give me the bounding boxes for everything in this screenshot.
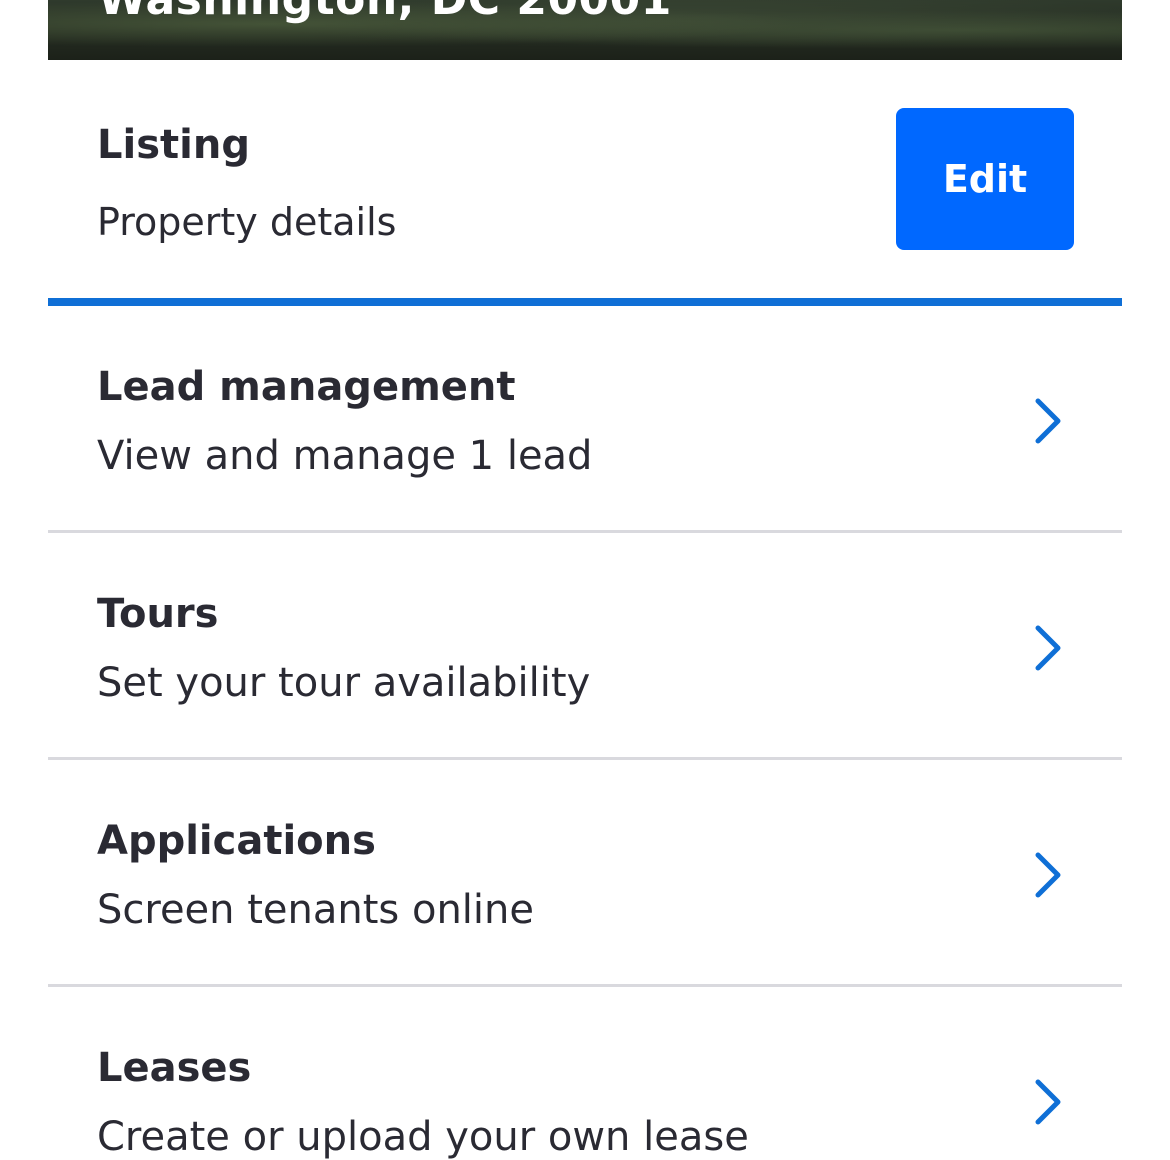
section-accent-divider: [48, 298, 1122, 306]
menu-item-lead-management[interactable]: Lead management View and manage 1 lead: [48, 309, 1122, 533]
divider: [48, 984, 1122, 987]
menu-item-subtitle: Screen tenants online: [97, 887, 534, 933]
divider: [48, 530, 1122, 533]
edit-listing-button[interactable]: Edit: [896, 108, 1074, 250]
chevron-right-icon: [1035, 625, 1061, 671]
property-address: Washington, DC 20001: [98, 0, 672, 25]
listing-section: Listing Property details Edit: [48, 60, 1122, 298]
listing-subtitle: Property details: [97, 200, 397, 244]
menu-item-subtitle: Set your tour availability: [97, 660, 591, 706]
property-photo-header: Washington, DC 20001: [48, 0, 1122, 60]
menu-item-leases[interactable]: Leases Create or upload your own lease: [48, 990, 1122, 1160]
menu-item-title: Tours: [97, 591, 219, 637]
menu-item-subtitle: View and manage 1 lead: [97, 433, 593, 479]
menu-item-tours[interactable]: Tours Set your tour availability: [48, 536, 1122, 760]
menu-item-title: Lead management: [97, 364, 516, 410]
chevron-right-icon: [1035, 852, 1061, 898]
menu-item-applications[interactable]: Applications Screen tenants online: [48, 763, 1122, 987]
menu-item-subtitle: Create or upload your own lease: [97, 1114, 749, 1160]
chevron-right-icon: [1035, 1079, 1061, 1125]
menu-item-title: Leases: [97, 1045, 252, 1091]
chevron-right-icon: [1035, 398, 1061, 444]
listing-title: Listing: [97, 122, 250, 168]
divider: [48, 757, 1122, 760]
menu-item-title: Applications: [97, 818, 376, 864]
